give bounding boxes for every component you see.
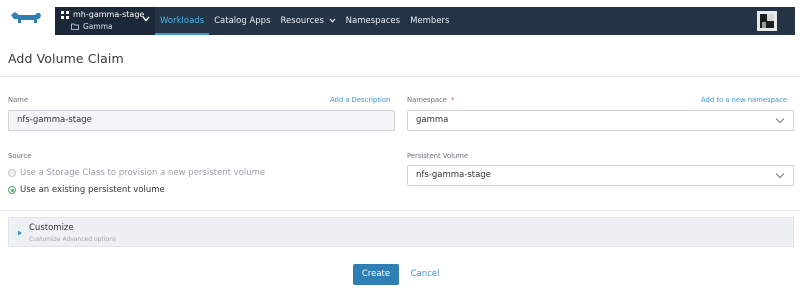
namespace-label: Namespace *: [407, 96, 454, 104]
nav-resources-label: Resources: [280, 16, 324, 26]
cluster-project-selector[interactable]: mh-gamma-stage Gamma: [55, 7, 155, 35]
required-mark: *: [451, 96, 455, 104]
customize-panel[interactable]: Customize Customize Advanced options: [8, 217, 794, 247]
namespace-value: gamma: [416, 115, 449, 125]
folder-icon: [71, 23, 79, 30]
chevron-down-icon: [775, 118, 785, 124]
radio-button: [8, 169, 16, 177]
radio-storage-class[interactable]: Use a Storage Class to provision a new p…: [8, 168, 265, 178]
nav-resources[interactable]: Resources: [276, 7, 341, 35]
top-header: mh-gamma-stage Gamma Workloads Catalog A…: [0, 0, 800, 37]
form-divider: [0, 210, 800, 211]
navbar: mh-gamma-stage Gamma Workloads Catalog A…: [55, 7, 795, 35]
customize-subtitle: Customize Advanced options: [29, 236, 117, 243]
customize-title: Customize: [29, 223, 74, 233]
cluster-name: mh-gamma-stage: [73, 10, 145, 19]
rancher-logo[interactable]: [0, 0, 52, 37]
nav-catalog-apps[interactable]: Catalog Apps: [209, 7, 275, 35]
persistent-volume-select[interactable]: nfs-gamma-stage: [407, 165, 794, 186]
user-avatar[interactable]: [757, 11, 777, 31]
page-title: Add Volume Claim: [8, 51, 124, 66]
namespace-label-text: Namespace: [407, 96, 447, 104]
project-row: Gamma: [61, 21, 155, 32]
nav-members[interactable]: Members: [405, 7, 454, 35]
rancher-cow-logo-icon: [11, 11, 41, 23]
nav-workloads[interactable]: Workloads: [155, 7, 210, 35]
namespace-select[interactable]: gamma: [407, 110, 794, 131]
avatar-icon: [760, 14, 774, 28]
create-button[interactable]: Create: [353, 264, 399, 285]
main-nav: Workloads Catalog Apps Resources Namespa…: [155, 7, 455, 35]
radio-existing-volume-label: Use an existing persistent volume: [20, 185, 165, 195]
chevron-down-icon: [775, 173, 785, 179]
persistent-volume-value: nfs-gamma-stage: [416, 170, 491, 180]
chevron-down-icon: [142, 16, 150, 22]
name-input[interactable]: nfs-gamma-stage: [8, 110, 395, 131]
nav-namespaces[interactable]: Namespaces: [341, 7, 405, 35]
caret-right-icon: [18, 230, 22, 236]
title-divider: [0, 76, 800, 77]
persistent-volume-label: Persistent Volume: [407, 152, 469, 160]
radio-existing-volume[interactable]: Use an existing persistent volume: [8, 185, 165, 195]
source-label: Source: [8, 152, 32, 160]
radio-storage-class-label: Use a Storage Class to provision a new p…: [20, 168, 266, 178]
radio-button-checked: [8, 186, 16, 194]
name-label: Name: [8, 96, 29, 104]
cluster-row: mh-gamma-stage: [61, 9, 155, 20]
project-name: Gamma: [83, 22, 113, 31]
add-namespace-link[interactable]: Add to a new namespace: [701, 96, 787, 104]
chevron-down-icon: [329, 18, 336, 23]
cancel-button[interactable]: Cancel: [404, 264, 446, 285]
grid-icon: [61, 10, 69, 19]
add-description-link[interactable]: Add a Description: [330, 96, 390, 104]
